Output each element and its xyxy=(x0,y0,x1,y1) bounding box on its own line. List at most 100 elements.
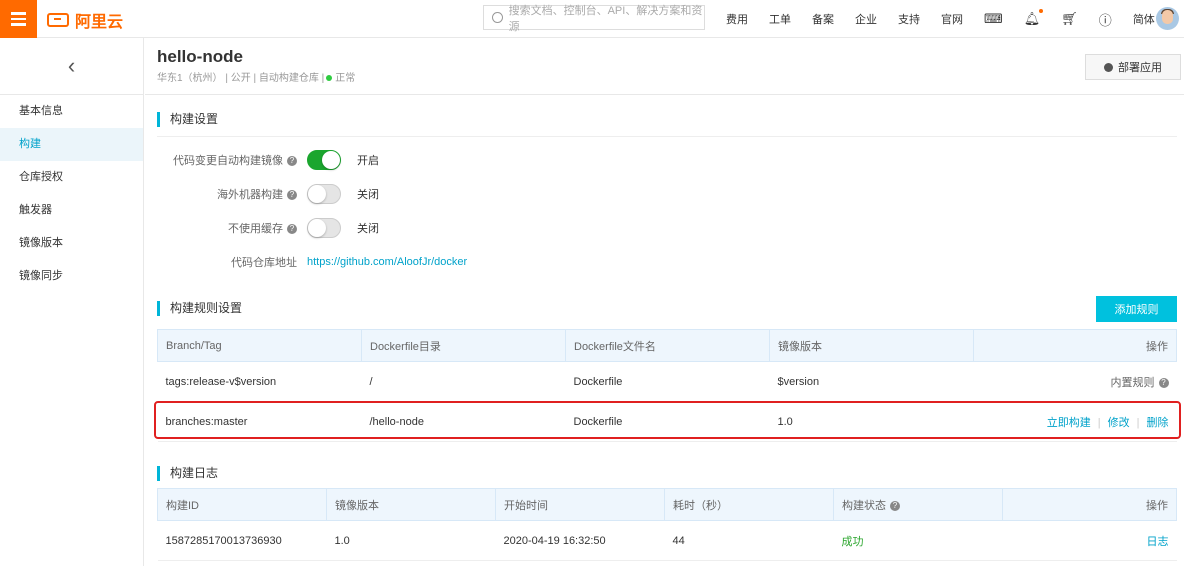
menu-button[interactable] xyxy=(0,0,37,38)
duration-cell: 44 xyxy=(664,520,834,561)
notification-dot xyxy=(1039,9,1044,13)
language-switch[interactable]: 简体 xyxy=(1133,11,1155,27)
nav-support[interactable]: 支持 xyxy=(898,11,920,27)
table-row: 1587285170013736930 1.0 2020-04-19 16:32… xyxy=(157,520,1177,561)
edit-link[interactable]: 修改 xyxy=(1108,417,1130,429)
column-header: 构建ID xyxy=(157,488,327,521)
sidebar-item-repo-auth[interactable]: 仓库授权 xyxy=(0,161,143,194)
build-now-link[interactable]: 立即构建 xyxy=(1047,417,1091,429)
section-title-build-rules: 构建规则设置 xyxy=(157,301,242,316)
column-header: 构建状态? xyxy=(833,488,1003,521)
sidebar-item-basic-info[interactable]: 基本信息 xyxy=(0,95,143,128)
repo-url-label: 代码仓库地址 xyxy=(231,257,297,269)
column-header: 操作 xyxy=(1002,488,1177,521)
page-header: hello-node 华东1（杭州） | 公开 | 自动构建仓库 | 正常 部署应… xyxy=(145,38,1184,95)
help-icon[interactable]: ? xyxy=(890,500,900,511)
table-header-row: Branch/Tag Dockerfile目录 Dockerfile文件名 镜像… xyxy=(157,329,1177,362)
column-header: Dockerfile目录 xyxy=(361,329,566,362)
auto-build-toggle[interactable] xyxy=(307,150,341,170)
nav-fees[interactable]: 费用 xyxy=(726,11,748,27)
status-cell: 成功 xyxy=(833,520,1003,561)
chevron-left-icon: ‹ xyxy=(67,53,76,78)
back-button[interactable]: ‹ xyxy=(0,38,143,95)
aliyun-logo[interactable]: 阿里云 xyxy=(47,8,123,32)
search-icon xyxy=(492,12,503,23)
column-header: 镜像版本 xyxy=(769,329,974,362)
nav-icp[interactable]: 备案 xyxy=(812,11,834,27)
version-cell: $version xyxy=(769,361,974,402)
cart-icon[interactable]: 🛒︎ xyxy=(1061,11,1078,27)
no-cache-toggle[interactable] xyxy=(307,218,341,238)
build-log-table: 构建ID 镜像版本 开始时间 耗时（秒） 构建状态? 操作 1587285170… xyxy=(157,488,1177,561)
delete-link[interactable]: 删除 xyxy=(1147,417,1169,429)
start-time-cell: 2020-04-19 16:32:50 xyxy=(495,520,665,561)
version-cell: 1.0 xyxy=(769,401,974,442)
sidebar-item-image-versions[interactable]: 镜像版本 xyxy=(0,227,143,260)
sidebar: ‹ 基本信息 构建 仓库授权 触发器 镜像版本 镜像同步 xyxy=(0,38,144,566)
repo-url-link[interactable]: https://github.com/AloofJr/docker xyxy=(307,256,467,268)
sidebar-item-image-sync[interactable]: 镜像同步 xyxy=(0,260,143,293)
column-header: Dockerfile文件名 xyxy=(565,329,770,362)
table-header-row: 构建ID 镜像版本 开始时间 耗时（秒） 构建状态? 操作 xyxy=(157,488,1177,521)
section-title-build-log: 构建日志 xyxy=(157,466,218,481)
setting-label: 代码变更自动构建镜像? xyxy=(157,152,297,168)
help-icon[interactable]: ? xyxy=(1158,377,1169,388)
status-dot xyxy=(326,75,333,81)
setting-label: 海外机器构建? xyxy=(157,186,297,202)
setting-no-cache: 不使用缓存? 关闭 xyxy=(157,218,379,238)
nav-enterprise[interactable]: 企业 xyxy=(855,11,877,27)
toggle-state: 关闭 xyxy=(357,223,379,235)
bell-icon[interactable]: 🔔︎ xyxy=(1024,9,1044,27)
help-icon[interactable]: ? xyxy=(287,156,297,167)
ops-cell: 日志 xyxy=(1002,520,1177,561)
top-nav: 费用 工单 备案 企业 支持 官网 ⌨ 🔔︎ 🛒︎ ⓘ 简体 xyxy=(726,0,1176,38)
ops-cell: 内置规则? xyxy=(973,361,1177,402)
column-header: 操作 xyxy=(973,329,1177,362)
setting-repo-url: 代码仓库地址 https://github.com/AloofJr/docker xyxy=(157,252,467,272)
version-cell: 1.0 xyxy=(326,520,496,561)
table-row: branches:master /hello-node Dockerfile 1… xyxy=(157,401,1177,442)
help-icon[interactable]: ⓘ xyxy=(1099,10,1112,29)
section-title-build-settings: 构建设置 xyxy=(157,112,218,127)
nav-official-site[interactable]: 官网 xyxy=(941,11,963,27)
terminal-icon[interactable]: ⌨ xyxy=(984,11,1003,27)
repo-meta: 华东1（杭州） | 公开 | 自动构建仓库 | 正常 xyxy=(157,73,356,84)
toggle-state: 关闭 xyxy=(357,189,379,201)
setting-auto-build: 代码变更自动构建镜像? 开启 xyxy=(157,150,379,170)
search-input[interactable]: 搜索文档、控制台、API、解决方案和资源 xyxy=(483,5,705,33)
help-icon[interactable]: ? xyxy=(287,224,297,235)
column-header: 开始时间 xyxy=(495,488,665,521)
build-id-cell: 1587285170013736930 xyxy=(157,520,327,561)
column-header: Branch/Tag xyxy=(157,329,362,362)
sidebar-item-build[interactable]: 构建 xyxy=(0,128,143,161)
dir-cell: / xyxy=(361,361,566,402)
help-icon[interactable]: ? xyxy=(287,190,297,201)
deploy-app-button[interactable]: 部署应用 xyxy=(1085,54,1181,80)
add-rule-button[interactable]: 添加规则 xyxy=(1096,296,1177,322)
repo-type: 自动构建仓库 xyxy=(258,73,319,84)
visibility: 公开 xyxy=(230,73,251,84)
column-header: 耗时（秒） xyxy=(664,488,834,521)
status-badge: 正常 xyxy=(335,73,356,84)
setting-overseas-build: 海外机器构建? 关闭 xyxy=(157,184,379,204)
nav-tickets[interactable]: 工单 xyxy=(769,11,791,27)
dir-cell: /hello-node xyxy=(361,401,566,442)
toggle-state: 开启 xyxy=(357,155,379,167)
setting-label: 不使用缓存? xyxy=(157,220,297,236)
ops-cell: 立即构建 | 修改 | 删除 xyxy=(973,401,1177,442)
file-cell: Dockerfile xyxy=(565,361,770,402)
avatar[interactable] xyxy=(1156,7,1179,30)
column-header: 镜像版本 xyxy=(326,488,496,521)
file-cell: Dockerfile xyxy=(565,401,770,442)
builtin-rule-label: 内置规则 xyxy=(1110,376,1155,389)
branch-cell: tags:release-v$version xyxy=(157,361,362,402)
deploy-icon xyxy=(1104,62,1113,72)
view-log-link[interactable]: 日志 xyxy=(1147,536,1169,548)
top-bar: 阿里云 搜索文档、控制台、API、解决方案和资源 费用 工单 备案 企业 支持 … xyxy=(0,0,1184,38)
deploy-label: 部署应用 xyxy=(1118,62,1162,74)
search-placeholder: 搜索文档、控制台、API、解决方案和资源 xyxy=(508,4,703,33)
overseas-build-toggle[interactable] xyxy=(307,184,341,204)
logo-icon xyxy=(47,13,69,27)
sidebar-item-triggers[interactable]: 触发器 xyxy=(0,194,143,227)
region: 华东1（杭州） xyxy=(157,73,223,84)
